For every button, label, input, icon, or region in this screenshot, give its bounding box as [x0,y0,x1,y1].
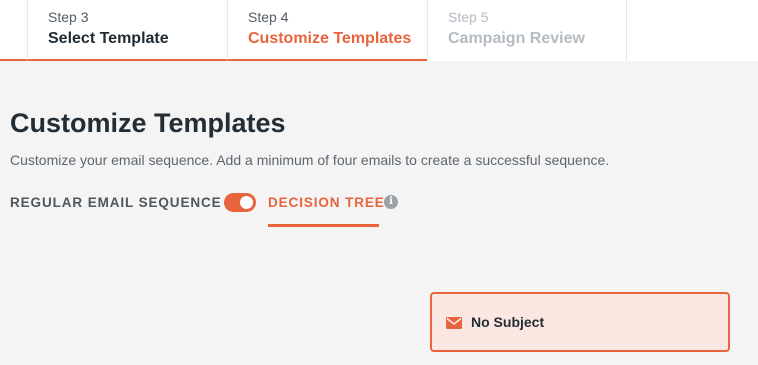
envelope-icon [446,317,462,329]
regular-email-sequence-label[interactable]: REGULAR EMAIL SEQUENCE [10,195,222,210]
stepper-progress-line [0,59,27,61]
step-number: Step 3 [48,9,89,25]
step-customize-templates[interactable]: Step 4 Customize Templates [227,0,427,61]
step-number: Step 5 [448,9,489,25]
step-title: Select Template [48,30,169,47]
page-description: Customize your email sequence. Add a min… [10,152,610,168]
page-title: Customize Templates [10,108,286,138]
sequence-mode-toggle[interactable] [224,193,256,212]
step-select-template[interactable]: Step 3 Select Template [27,0,227,61]
stepper: Step 3 Select Template Step 4 Customize … [0,0,758,61]
email-card[interactable]: No Subject [430,292,730,352]
step-title: Customize Templates [248,30,412,47]
decision-tree-label[interactable]: DECISION TREE [268,195,385,210]
step-title: Campaign Review [448,30,585,47]
info-icon[interactable]: i [384,195,398,209]
email-subject: No Subject [471,314,545,330]
step-campaign-review: Step 5 Campaign Review [427,0,627,61]
step-number: Step 4 [248,9,289,25]
toggle-knob [240,196,253,209]
decision-tree-active-underline [268,224,379,227]
